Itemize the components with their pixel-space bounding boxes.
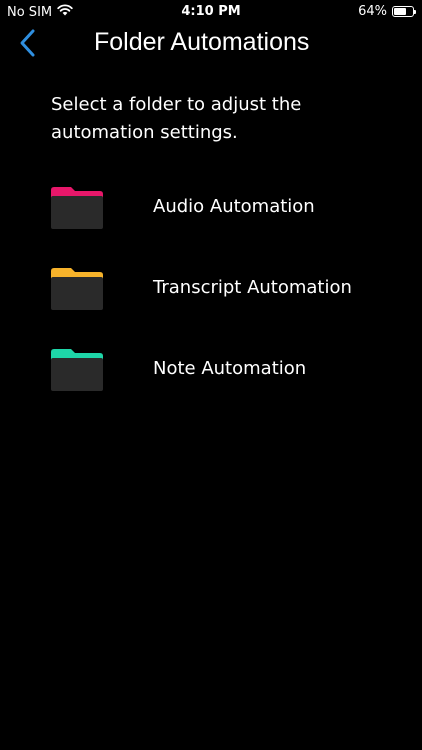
battery-icon: [392, 6, 416, 17]
folder-icon: [51, 268, 103, 310]
folder-icon: [51, 349, 103, 391]
status-bar: No SIM 4:10 PM 64%: [0, 0, 422, 22]
folder-label: Audio Automation: [153, 196, 315, 217]
folder-label: Transcript Automation: [153, 277, 352, 298]
folder-icon: [51, 187, 103, 229]
folder-item-note[interactable]: Note Automation: [0, 342, 422, 402]
chevron-left-icon: [20, 29, 35, 57]
page-title: Folder Automations: [94, 28, 310, 56]
instructions-text: Select a folder to adjust the automation…: [51, 94, 302, 143]
battery-percent: 64%: [358, 4, 387, 19]
folder-item-transcript[interactable]: Transcript Automation: [0, 261, 422, 321]
battery-fill: [394, 8, 406, 15]
status-right: 64%: [358, 4, 416, 19]
folder-item-audio[interactable]: Audio Automation: [0, 180, 422, 240]
folder-label: Note Automation: [153, 358, 307, 379]
back-button[interactable]: [12, 26, 46, 60]
navigation-bar: Folder Automations: [0, 22, 422, 62]
